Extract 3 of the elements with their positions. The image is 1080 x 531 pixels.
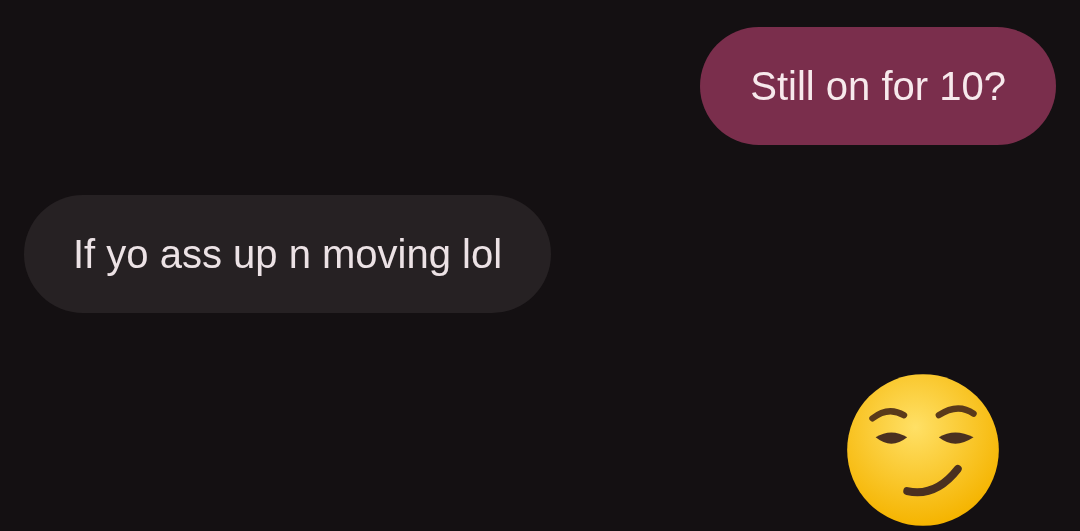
received-message-bubble: If yo ass up n moving lol <box>24 195 552 313</box>
sent-message-bubble: Still on for 10? <box>700 27 1056 145</box>
smirking-emoji-icon <box>844 371 1002 529</box>
